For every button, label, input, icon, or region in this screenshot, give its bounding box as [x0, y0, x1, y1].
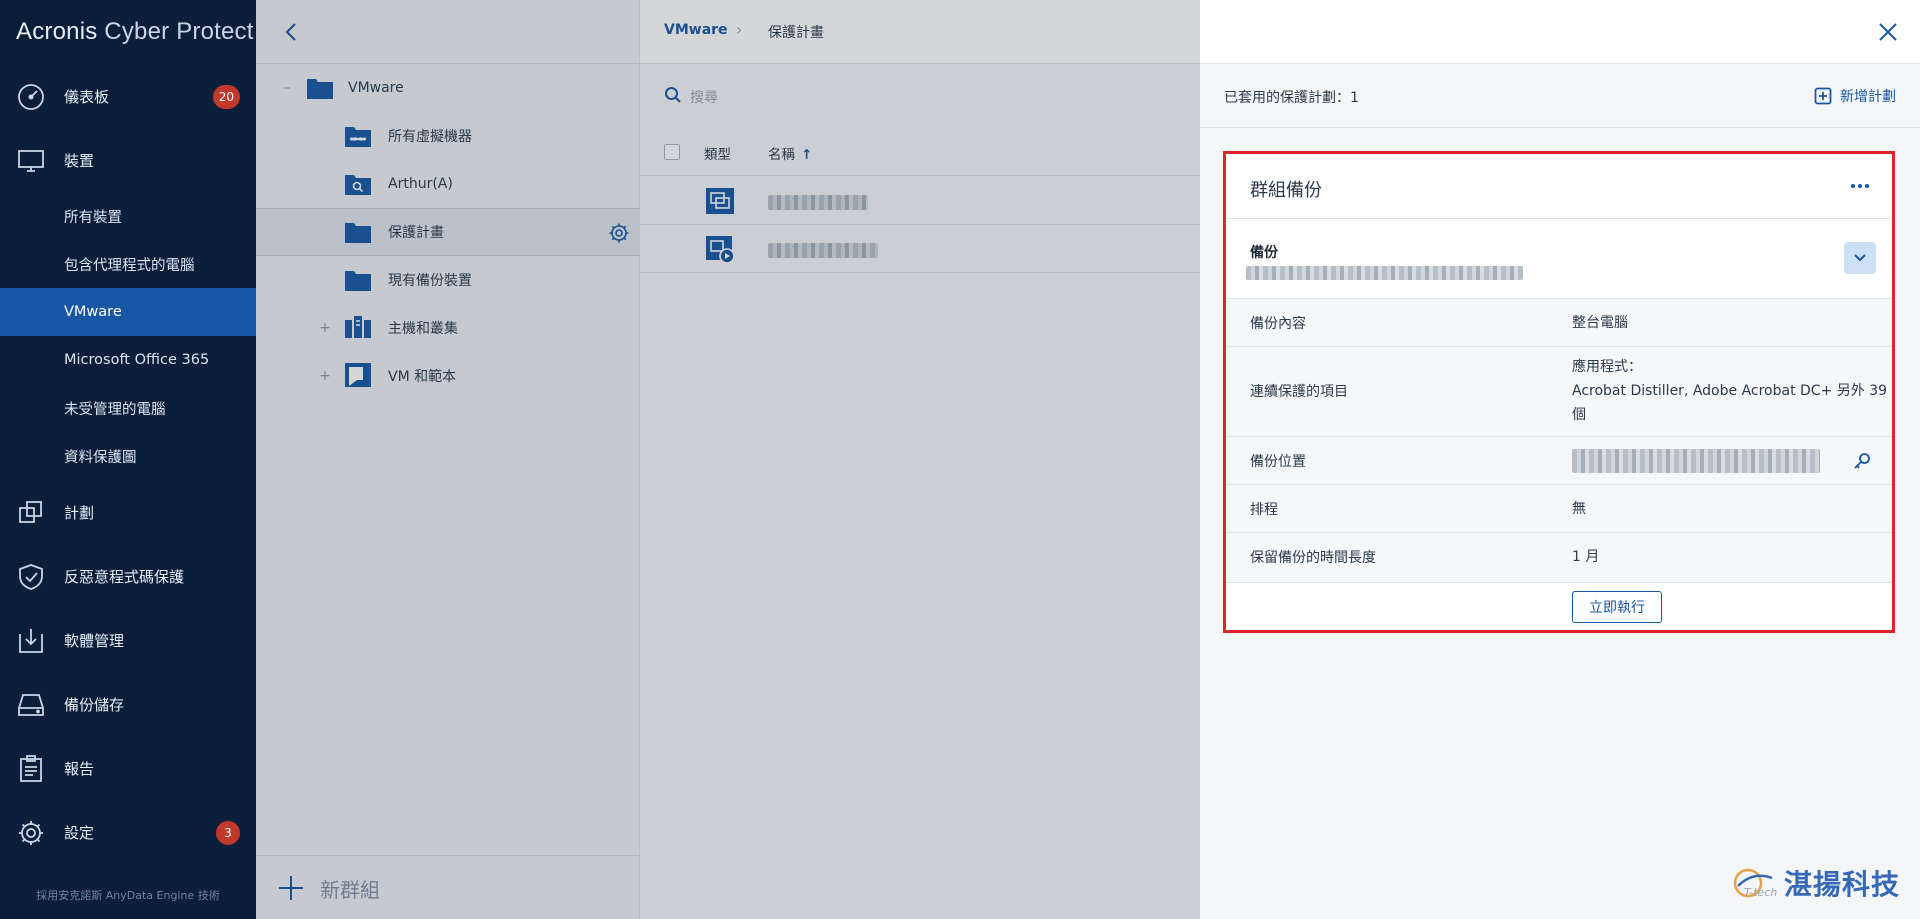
monitor-icon	[18, 150, 44, 172]
nav-dashboard-label: 儀表板	[64, 87, 110, 106]
watermark: T-tech. 湛揚科技	[1728, 863, 1900, 903]
expand-button[interactable]	[1844, 242, 1876, 274]
watermark-text: 湛揚科技	[1783, 868, 1900, 901]
drive-icon	[18, 694, 44, 716]
nav-dashboard[interactable]: 儀表板 20	[0, 64, 256, 128]
nav-settings-label: 設定	[64, 823, 95, 842]
subnav-machines-with-agents[interactable]: 包含代理程式的電腦	[0, 240, 256, 288]
nav-antimalware-label: 反惡意程式碼保護	[64, 567, 185, 586]
plan-title: 群組備份	[1250, 180, 1322, 201]
backup-section-title: 備份	[1250, 245, 1278, 261]
key-icon[interactable]	[1852, 451, 1872, 471]
nav-settings[interactable]: 設定 3	[0, 800, 256, 864]
nav-software-management[interactable]: 軟體管理	[0, 608, 256, 672]
nav-backup-storage-label: 備份儲存	[64, 695, 125, 714]
settings-badge: 3	[216, 821, 240, 845]
plan-card: 群組備份 備份 ██████████████████████████████ 備…	[1226, 154, 1892, 630]
notification-badge: 20	[212, 85, 240, 109]
protection-plan-panel: 已套用的保護計劃：1 新增計劃 群組備份 備份 ████████████████…	[1200, 0, 1920, 919]
panel-header	[1200, 0, 1920, 64]
report-clipboard-icon	[20, 755, 42, 782]
subnav-all-devices[interactable]: 所有裝置	[0, 192, 256, 240]
nav-devices[interactable]: 裝置	[0, 128, 256, 192]
divider	[1226, 218, 1892, 219]
subnav-unmanaged-machines[interactable]: 未受管理的電腦	[0, 384, 256, 432]
add-box-icon	[1814, 87, 1832, 105]
more-options-icon[interactable]	[1850, 180, 1870, 192]
shield-check-icon	[19, 564, 43, 590]
close-icon[interactable]	[1876, 20, 1900, 44]
nav-devices-label: 裝置	[64, 151, 95, 170]
svg-text:T-tech.: T-tech.	[1744, 886, 1778, 899]
detail-row-continuous-protection: 連續保護的項目 應用程式： Acrobat Distiller, Adobe A…	[1226, 346, 1892, 436]
run-now-button[interactable]: 立即執行	[1572, 591, 1662, 623]
detail-row-backup-content: 備份內容 整台電腦	[1226, 298, 1892, 346]
company-logo: T-tech.	[1733, 868, 1778, 899]
nav-reports-label: 報告	[64, 759, 95, 778]
dashboard-icon	[18, 84, 44, 110]
detail-row-schedule: 排程 無	[1226, 484, 1892, 532]
backup-section-subtitle: ██████████████████████████████	[1246, 266, 1523, 280]
detail-row-backup-location: 備份位置 ███████████████████████	[1226, 436, 1892, 484]
nav-software-label: 軟體管理	[64, 631, 125, 650]
applied-plans-count: 已套用的保護計劃：1	[1224, 90, 1359, 106]
detail-row-retention: 保留備份的時間長度 1 月	[1226, 532, 1892, 582]
brand-logo[interactable]: Acronis Cyber Protect	[16, 18, 254, 46]
gear-icon	[19, 821, 43, 845]
subnav-vmware[interactable]: VMware	[0, 288, 256, 336]
subnav-data-protection-map[interactable]: 資料保護圖	[0, 432, 256, 480]
chevron-down-icon	[1854, 254, 1866, 262]
nav-reports[interactable]: 報告	[0, 736, 256, 800]
applied-plans-bar: 已套用的保護計劃：1 新增計劃	[1200, 64, 1920, 128]
sidebar: Acronis Cyber Protect 儀表板 20 裝置 所有裝置 包含代…	[0, 0, 256, 919]
card-footer: 立即執行	[1226, 582, 1892, 630]
software-download-icon	[19, 629, 43, 653]
nav-antimalware[interactable]: 反惡意程式碼保護	[0, 544, 256, 608]
plans-icon	[19, 501, 42, 523]
new-plan-button[interactable]: 新增計劃	[1814, 84, 1896, 108]
powered-by-footer: 採用安克諾斯 AnyData Engine 技術	[36, 889, 220, 902]
nav-plans-label: 計劃	[64, 503, 95, 522]
modal-overlay[interactable]	[256, 0, 1200, 919]
nav-plans[interactable]: 計劃	[0, 480, 256, 544]
nav-backup-storage[interactable]: 備份儲存	[0, 672, 256, 736]
subnav-office365[interactable]: Microsoft Office 365	[0, 336, 256, 384]
